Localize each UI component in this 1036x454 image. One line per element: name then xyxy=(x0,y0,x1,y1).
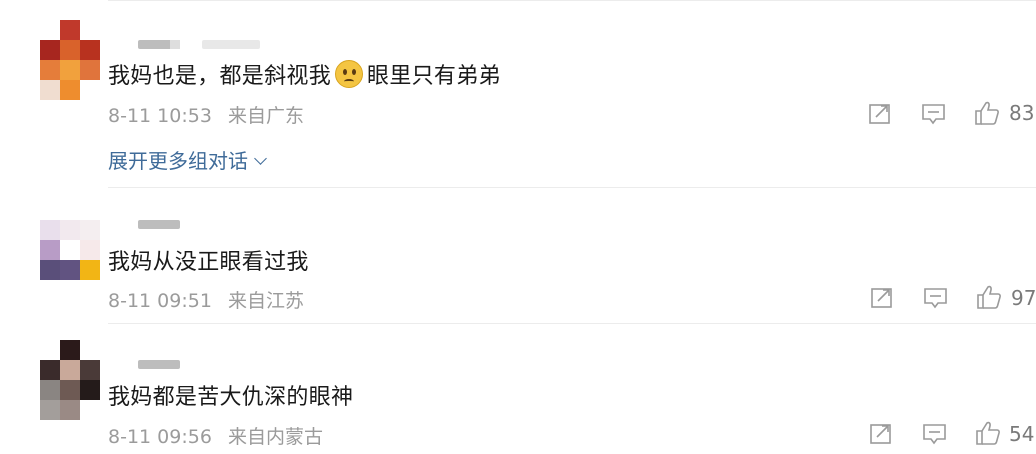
thumbs-up-icon[interactable] xyxy=(975,420,1001,446)
comment-text: 我妈都是苦大仇深的眼神 xyxy=(108,385,354,410)
thumbs-up-icon[interactable] xyxy=(976,284,1002,310)
share-icon[interactable] xyxy=(869,423,893,445)
username-blurred[interactable] xyxy=(138,40,180,49)
comment-time: 10:53 xyxy=(157,105,212,127)
chevron-down-icon xyxy=(254,152,267,165)
like-count: 97 xyxy=(1011,286,1036,310)
avatar[interactable] xyxy=(40,340,100,420)
comment-icon[interactable] xyxy=(923,287,948,309)
comment-icon[interactable] xyxy=(922,423,947,445)
comment-location: 来自广东 xyxy=(227,105,304,127)
comment-icon[interactable] xyxy=(921,103,946,125)
username-blurred[interactable] xyxy=(138,360,180,369)
comment-item: 我妈从没正眼看过我 8-11 09:51 来自江苏 97 xyxy=(0,188,1036,323)
comment-time: 09:51 xyxy=(157,290,212,312)
comment-meta: 8-11 10:53 来自广东 xyxy=(108,101,304,128)
share-icon[interactable] xyxy=(868,103,892,125)
avatar[interactable] xyxy=(40,220,100,280)
thumbs-up-icon[interactable] xyxy=(974,100,1000,126)
comment-item: 我妈都是苦大仇深的眼神 8-11 09:56 来自内蒙古 54 xyxy=(0,324,1036,454)
expand-conversation-link[interactable]: 展开更多组对话 xyxy=(108,145,267,174)
comment-location: 来自内蒙古 xyxy=(227,426,323,448)
comment-text: 我妈也是，都是斜视我 眼里只有弟弟 xyxy=(108,58,501,90)
comment-text: 我妈从没正眼看过我 xyxy=(108,250,309,275)
like-count: 83 xyxy=(1009,101,1035,125)
share-icon[interactable] xyxy=(870,287,894,309)
comment-time: 09:56 xyxy=(157,426,212,448)
avatar[interactable] xyxy=(40,20,100,100)
eye-roll-emoji xyxy=(335,60,364,88)
comment-meta: 8-11 09:56 来自内蒙古 xyxy=(108,422,323,449)
comment-date: 8-11 xyxy=(108,105,152,127)
username-blurred[interactable] xyxy=(138,220,180,229)
comment-item: 我妈也是，都是斜视我 眼里只有弟弟 8-11 10:53 来自广东 展开更多组对话… xyxy=(0,0,1036,187)
username-blurred-suffix xyxy=(202,40,260,49)
comment-date: 8-11 xyxy=(108,290,152,312)
like-count: 54 xyxy=(1009,422,1035,446)
comment-date: 8-11 xyxy=(108,426,152,448)
comment-meta: 8-11 09:51 来自江苏 xyxy=(108,286,304,313)
comment-location: 来自江苏 xyxy=(227,290,304,312)
